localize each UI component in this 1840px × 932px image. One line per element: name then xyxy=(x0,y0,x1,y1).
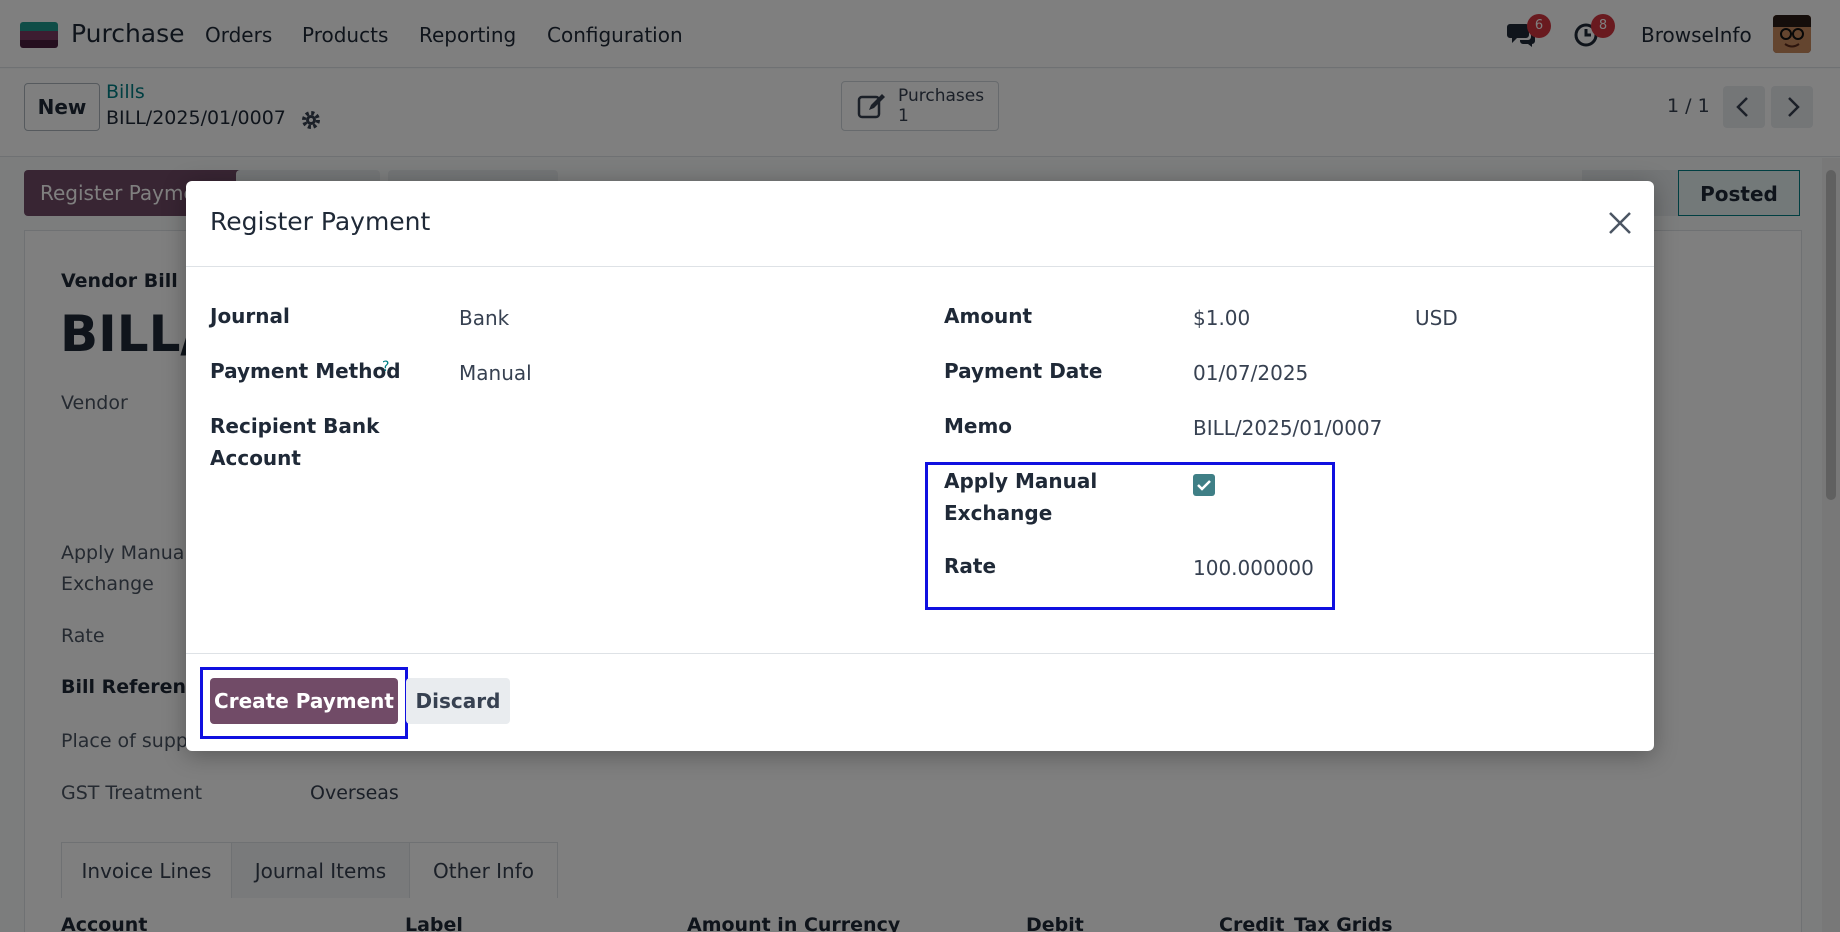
payment-method-field[interactable]: Manual xyxy=(459,357,532,389)
memo-field[interactable]: BILL/2025/01/0007 xyxy=(1193,412,1382,444)
rate-label: Rate xyxy=(944,554,997,578)
payment-date-field[interactable]: 01/07/2025 xyxy=(1193,357,1308,389)
modal-header: Register Payment xyxy=(186,181,1654,267)
modal-title: Register Payment xyxy=(210,207,431,236)
journal-label: Journal xyxy=(210,304,290,328)
discard-button[interactable]: Discard xyxy=(406,678,510,724)
apply-manual-exchange-checkbox[interactable] xyxy=(1193,474,1215,496)
modal-footer: Create Payment Discard xyxy=(186,653,1654,751)
amount-field[interactable]: $1.00 xyxy=(1193,302,1250,334)
recipient-bank-label-line2: Account xyxy=(210,446,301,470)
register-payment-dialog: Register Payment Journal Bank Payment Me… xyxy=(186,181,1654,751)
payment-date-label: Payment Date xyxy=(944,359,1103,383)
memo-label: Memo xyxy=(944,414,1013,438)
apply-manual-exchange-label: Apply Manual xyxy=(944,469,1098,493)
rate-field[interactable]: 100.000000 xyxy=(1193,552,1314,584)
recipient-bank-label: Recipient Bank xyxy=(210,414,380,438)
create-payment-button[interactable]: Create Payment xyxy=(210,678,398,724)
apply-manual-exchange-label-line2: Exchange xyxy=(944,501,1053,525)
payment-method-label: Payment Method xyxy=(210,359,401,383)
journal-field[interactable]: Bank xyxy=(459,302,509,334)
checkmark-icon xyxy=(1197,480,1211,491)
currency-field[interactable]: USD xyxy=(1415,302,1458,334)
close-icon[interactable] xyxy=(1606,209,1634,237)
help-tooltip-icon[interactable]: ? xyxy=(382,359,389,375)
amount-label: Amount xyxy=(944,304,1033,328)
